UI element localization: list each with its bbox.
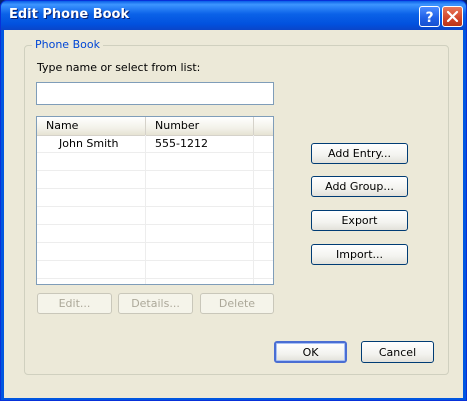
- name-search-input[interactable]: [36, 82, 274, 105]
- empty-row: [37, 153, 273, 171]
- empty-row: [37, 189, 273, 207]
- empty-row: [37, 225, 273, 243]
- empty-row: [37, 171, 273, 189]
- dialog-body: Phone Book Type name or select from list…: [4, 30, 463, 398]
- column-header-name[interactable]: Name: [37, 117, 146, 135]
- help-question-icon: ?: [425, 10, 433, 26]
- add-entry-button[interactable]: Add Entry...: [311, 143, 408, 164]
- empty-row: [37, 261, 273, 279]
- cancel-button[interactable]: Cancel: [361, 341, 434, 363]
- column-header-filler: [254, 117, 273, 135]
- edit-button[interactable]: Edit...: [37, 293, 112, 314]
- close-button[interactable]: [442, 6, 463, 27]
- entry-number: 555-1212: [155, 137, 208, 150]
- search-label: Type name or select from list:: [37, 61, 201, 74]
- export-button[interactable]: Export: [311, 210, 408, 231]
- details-button[interactable]: Details...: [118, 293, 193, 314]
- ok-button[interactable]: OK: [274, 341, 347, 363]
- delete-button[interactable]: Delete: [200, 293, 274, 314]
- list-item[interactable]: John Smith 555-1212: [37, 135, 273, 153]
- close-x-icon: [446, 10, 459, 23]
- phone-book-list[interactable]: Name Number John Smith 555-1212: [36, 116, 274, 285]
- help-button[interactable]: ?: [419, 6, 440, 27]
- title-bar[interactable]: Edit Phone Book ?: [1, 1, 466, 30]
- import-button[interactable]: Import...: [311, 244, 408, 265]
- entry-name: John Smith: [59, 137, 119, 150]
- window-title: Edit Phone Book: [9, 7, 130, 22]
- list-header: Name Number: [37, 117, 273, 136]
- add-group-button[interactable]: Add Group...: [311, 176, 408, 197]
- phone-book-group-label: Phone Book: [32, 38, 103, 51]
- svg-text:?: ?: [425, 10, 433, 26]
- edit-phone-book-dialog: Edit Phone Book ? Phone Book Type name o…: [0, 0, 467, 401]
- empty-row: [37, 207, 273, 225]
- empty-row: [37, 243, 273, 261]
- column-header-number[interactable]: Number: [146, 117, 254, 135]
